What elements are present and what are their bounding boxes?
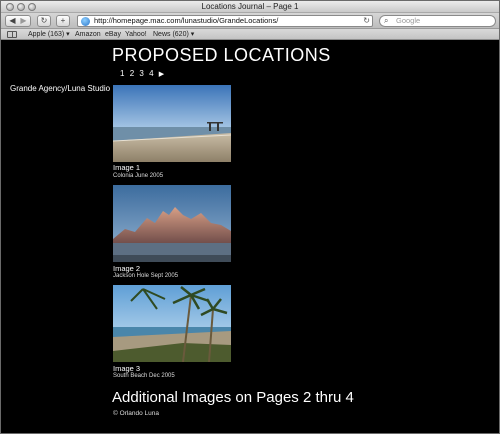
window-title: Locations Journal – Page 1: [201, 2, 299, 11]
bookmark-yahoo[interactable]: Yahoo!: [125, 29, 147, 40]
search-input[interactable]: Google: [396, 16, 420, 26]
reload-icon: ↻: [40, 16, 48, 25]
image-3-title: Image 3: [113, 364, 141, 373]
next-page-icon[interactable]: ▶: [159, 71, 164, 78]
bookmarks-bar: Apple (163) ▾ Amazon eBay Yahoo! News (6…: [1, 29, 499, 40]
image-3-caption: South Beach Dec 2005: [113, 373, 175, 379]
pagination: 1 2 3 4 ▶: [120, 69, 167, 78]
browser-window: Locations Journal – Page 1 ◀ ▶ ↻ + http:/…: [0, 0, 500, 434]
refresh-icon[interactable]: ↻: [363, 16, 370, 26]
bookmark-apple[interactable]: Apple (163) ▾: [28, 29, 70, 40]
title-bar: Locations Journal – Page 1: [1, 1, 499, 13]
site-name: Grande Agency/Luna Studio: [10, 84, 111, 93]
page-link-4[interactable]: 4: [149, 69, 153, 78]
beach-pier-image: [113, 85, 231, 162]
address-input[interactable]: http://homepage.mac.com/lunastudio/Grand…: [94, 16, 278, 26]
page-link-1[interactable]: 1: [120, 69, 124, 78]
web-page: PROPOSED LOCATIONS 1 2 3 4 ▶ Grande Agen…: [1, 41, 499, 433]
bookmark-amazon[interactable]: Amazon: [75, 29, 101, 40]
image-2-caption: Jackson Hole Sept 2005: [113, 273, 179, 279]
palm-beach-image: [113, 285, 231, 362]
image-1-title: Image 1: [113, 163, 141, 172]
location-photo-3[interactable]: [113, 285, 231, 362]
bookmark-ebay[interactable]: eBay: [105, 29, 121, 40]
forward-arrow-icon[interactable]: ▶: [18, 16, 29, 26]
book-icon[interactable]: [7, 31, 17, 38]
reload-button[interactable]: ↻: [37, 15, 51, 27]
globe-icon: [81, 17, 90, 26]
add-bookmark-button[interactable]: +: [56, 15, 70, 27]
location-photo-2[interactable]: [113, 185, 231, 262]
page-title: PROPOSED LOCATIONS: [112, 45, 331, 65]
location-photo-1[interactable]: [113, 85, 231, 162]
image-2-title: Image 2: [113, 264, 141, 273]
bookmark-news[interactable]: News (620) ▾: [153, 29, 194, 40]
image-1-caption: Colonia June 2005: [113, 173, 164, 179]
copyright-text: © Orlando Luna: [113, 410, 159, 417]
back-forward-button-group: ◀ ▶: [5, 15, 31, 27]
additional-images-note: Additional Images on Pages 2 thru 4: [112, 389, 354, 406]
plus-icon: +: [60, 16, 66, 25]
mountain-image: [113, 185, 231, 262]
address-bar[interactable]: http://homepage.mac.com/lunastudio/Grand…: [77, 15, 373, 27]
page-link-2[interactable]: 2: [130, 69, 134, 78]
page-link-3[interactable]: 3: [139, 69, 143, 78]
search-icon: ⌕: [384, 16, 389, 25]
back-arrow-icon[interactable]: ◀: [7, 16, 18, 26]
toolbar: ◀ ▶ ↻ + http://homepage.mac.com/lunastudi…: [1, 13, 499, 29]
search-field[interactable]: ⌕ Google: [379, 15, 496, 27]
